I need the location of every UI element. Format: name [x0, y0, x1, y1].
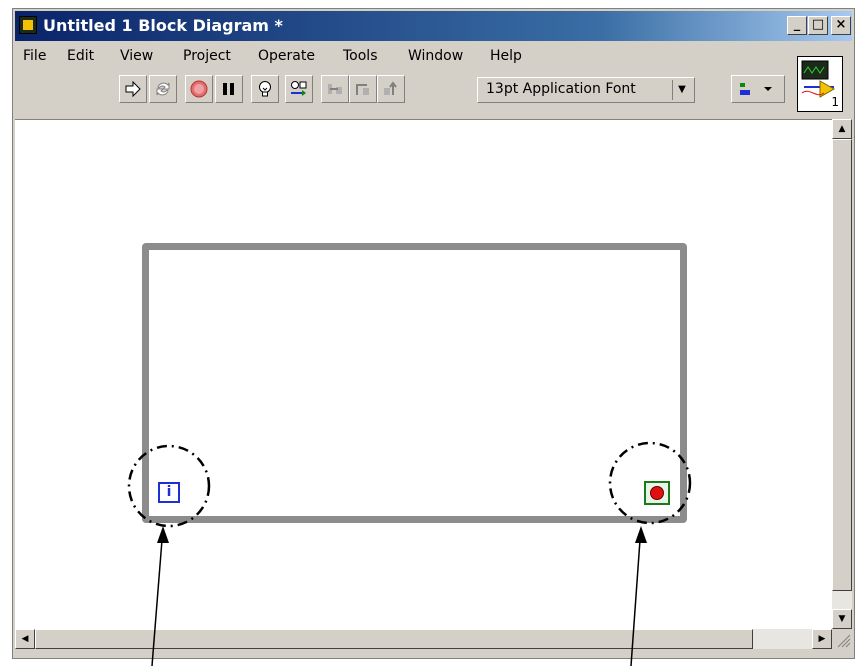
arrowhead-iteration: [157, 526, 169, 543]
callout-annotations: [127, 441, 692, 666]
callout-circle-conditional: [608, 441, 692, 525]
arrow-line-iteration: [151, 539, 163, 666]
callout-circle-iteration: [127, 444, 211, 528]
arrowhead-conditional: [635, 526, 647, 543]
arrow-line-conditional: [630, 539, 641, 666]
